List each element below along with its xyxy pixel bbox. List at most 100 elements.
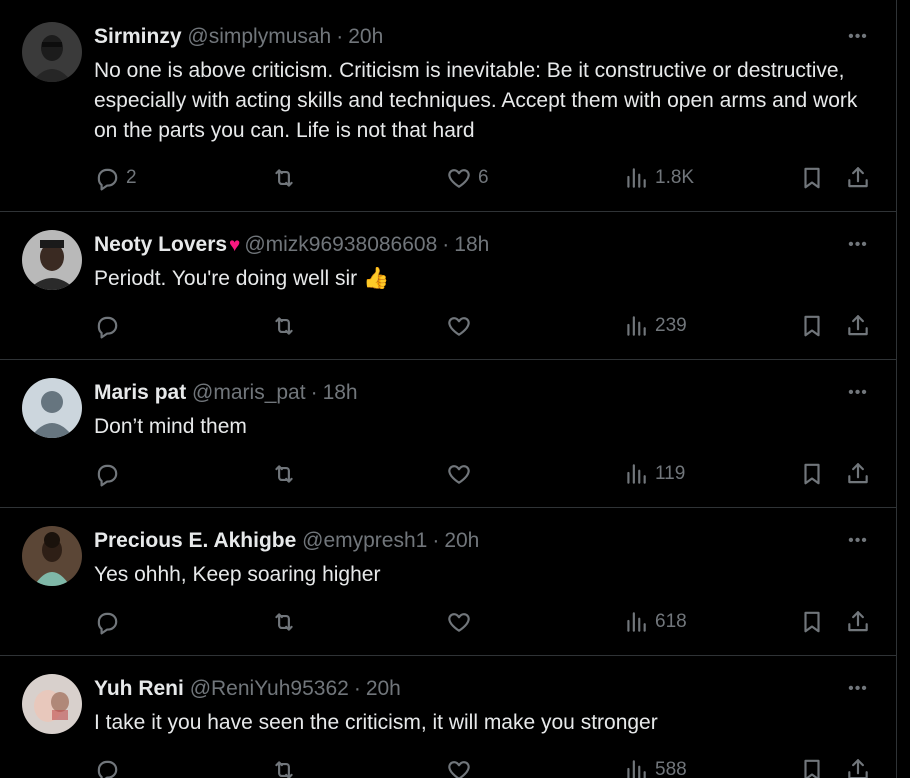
like-button[interactable] (446, 755, 472, 778)
tweet-reply[interactable]: Maris pat @maris_pat · 18h ••• Don’t mind th… (0, 360, 896, 508)
timestamp[interactable]: 18h (323, 381, 358, 404)
views-button[interactable]: 239 (623, 311, 687, 341)
user-handle[interactable]: @mizk96938086608 (244, 233, 437, 256)
reply-button[interactable] (94, 755, 120, 778)
action-bar: 119 (0, 459, 896, 489)
reply-count: 2 (126, 167, 137, 188)
more-options-icon[interactable]: ••• (845, 383, 871, 403)
retweet-button[interactable] (271, 607, 297, 637)
share-button[interactable] (845, 607, 871, 637)
share-icon (845, 757, 871, 778)
action-bar: 2 6 1.8K (0, 163, 896, 193)
tweet-header: Yuh Reni @ReniYuh95362 · 20h (94, 676, 401, 702)
retweet-icon (271, 609, 297, 635)
retweet-icon (271, 313, 297, 339)
views-chart-icon (623, 165, 649, 191)
retweet-icon (271, 757, 297, 778)
like-button[interactable] (446, 607, 472, 637)
views-count: 1.8K (655, 167, 695, 188)
tweet-header: Precious E. Akhigbe @emypresh1 · 20h (94, 528, 479, 554)
timestamp[interactable]: 20h (366, 677, 401, 700)
heart-icon (446, 461, 472, 487)
user-handle[interactable]: @maris_pat (192, 381, 306, 404)
like-button[interactable] (446, 311, 472, 341)
views-button[interactable]: 1.8K (623, 163, 694, 193)
share-icon (845, 313, 871, 339)
action-bar: 588 (0, 755, 896, 778)
more-options-icon[interactable]: ••• (845, 531, 871, 551)
views-count: 588 (655, 759, 687, 778)
bookmark-button[interactable] (799, 459, 825, 489)
heart-icon (446, 313, 472, 339)
share-button[interactable] (845, 163, 871, 193)
separator-dot: · (310, 381, 318, 404)
tweet-text: Yes ohhh, Keep soaring higher (94, 563, 381, 586)
retweet-icon (271, 165, 297, 191)
reply-feed: Sirminzy @simplymusah · 20h ••• No one is ab… (0, 0, 897, 778)
views-count: 618 (655, 611, 687, 632)
tweet-text: I take it you have seen the criticism, i… (94, 711, 658, 734)
views-button[interactable]: 588 (623, 755, 687, 778)
separator-dot: · (353, 677, 361, 700)
user-handle[interactable]: @simplymusah (187, 25, 331, 48)
share-button[interactable] (845, 755, 871, 778)
like-button[interactable] (446, 459, 472, 489)
tweet-text: No one is above criticism. Criticism is … (94, 59, 858, 142)
retweet-button[interactable] (271, 459, 297, 489)
display-name[interactable]: Maris pat (94, 381, 186, 404)
tweet-text: Periodt. You're doing well sir 👍 (94, 267, 390, 290)
user-handle[interactable]: @ReniYuh95362 (190, 677, 349, 700)
tweet-header: Sirminzy @simplymusah · 20h (94, 24, 383, 50)
bookmark-button[interactable] (799, 311, 825, 341)
retweet-button[interactable] (271, 755, 297, 778)
reply-button[interactable] (94, 311, 120, 341)
timestamp[interactable]: 18h (454, 233, 489, 256)
bookmark-button[interactable] (799, 163, 825, 193)
display-name[interactable]: Neoty Lovers (94, 233, 227, 256)
bookmark-button[interactable] (799, 755, 825, 778)
reply-icon (94, 165, 120, 191)
share-icon (845, 165, 871, 191)
like-count: 6 (478, 167, 489, 188)
avatar[interactable] (22, 674, 82, 734)
reply-icon (94, 757, 120, 778)
tweet-reply[interactable]: Neoty Lovers ♥ @mizk96938086608 · 18h ••• Peri… (0, 212, 896, 360)
retweet-button[interactable] (271, 311, 297, 341)
reply-icon (94, 609, 120, 635)
tweet-reply[interactable]: Precious E. Akhigbe @emypresh1 · 20h ••• Yes… (0, 508, 896, 656)
avatar[interactable] (22, 378, 82, 438)
avatar[interactable] (22, 22, 82, 82)
avatar[interactable] (22, 526, 82, 586)
views-button[interactable]: 119 (623, 459, 685, 489)
views-count: 239 (655, 315, 687, 336)
display-name[interactable]: Precious E. Akhigbe (94, 529, 296, 552)
like-button[interactable]: 6 (446, 163, 489, 193)
avatar[interactable] (22, 230, 82, 290)
bookmark-icon (799, 609, 825, 635)
display-name[interactable]: Yuh Reni (94, 677, 184, 700)
more-options-icon[interactable]: ••• (845, 235, 871, 255)
tweet-reply[interactable]: Sirminzy @simplymusah · 20h ••• No one is ab… (0, 0, 896, 212)
timestamp[interactable]: 20h (348, 25, 383, 48)
retweet-icon (271, 461, 297, 487)
bookmark-icon (799, 165, 825, 191)
separator-dot: · (432, 529, 440, 552)
views-chart-icon (623, 757, 649, 778)
views-button[interactable]: 618 (623, 607, 687, 637)
views-chart-icon (623, 461, 649, 487)
retweet-button[interactable] (271, 163, 297, 193)
reply-icon (94, 461, 120, 487)
share-button[interactable] (845, 311, 871, 341)
tweet-reply[interactable]: Yuh Reni @ReniYuh95362 · 20h ••• I take it y… (0, 656, 896, 778)
reply-button[interactable] (94, 607, 120, 637)
share-button[interactable] (845, 459, 871, 489)
display-name[interactable]: Sirminzy (94, 25, 182, 48)
red-heart-emoji: ♥ (229, 235, 241, 256)
more-options-icon[interactable]: ••• (845, 27, 871, 47)
user-handle[interactable]: @emypresh1 (302, 529, 427, 552)
reply-button[interactable]: 2 (94, 163, 137, 193)
more-options-icon[interactable]: ••• (845, 679, 871, 699)
reply-button[interactable] (94, 459, 120, 489)
bookmark-button[interactable] (799, 607, 825, 637)
timestamp[interactable]: 20h (444, 529, 479, 552)
